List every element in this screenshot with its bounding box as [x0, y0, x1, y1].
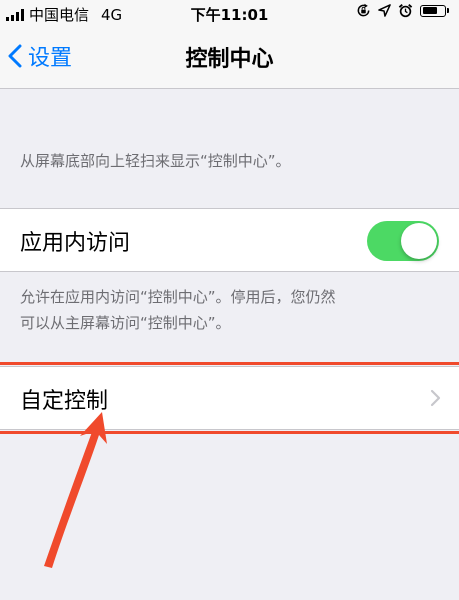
chevron-right-icon	[430, 389, 441, 407]
customize-controls-cell[interactable]: 自定控制	[0, 366, 459, 430]
location-icon	[378, 4, 391, 17]
page-title: 控制中心	[185, 47, 274, 72]
status-right	[356, 3, 449, 18]
status-bar: 中国电信 4G 下午11:01	[0, 0, 459, 24]
navigation-bar: 设置 控制中心	[0, 24, 459, 89]
access-footnote-line2: 可以从主屏幕访问“控制中心”。	[20, 314, 231, 332]
alarm-icon	[398, 3, 413, 18]
intro-footnote: 从屏幕底部向上轻扫来显示“控制中心”。	[20, 152, 291, 170]
battery-icon	[420, 4, 449, 17]
toggle-knob	[401, 223, 437, 259]
access-in-apps-footnote: 允许在应用内访问“控制中心”。停用后，您仍然 可以从主屏幕访问“控制中心”。	[20, 284, 440, 336]
orientation-lock-icon	[357, 3, 370, 17]
customize-controls-label: 自定控制	[20, 389, 109, 414]
access-in-apps-cell: 应用内访问	[0, 208, 459, 272]
access-in-apps-toggle[interactable]	[367, 221, 439, 261]
access-footnote-line1: 允许在应用内访问“控制中心”。停用后，您仍然	[20, 288, 336, 306]
access-in-apps-label: 应用内访问	[20, 231, 131, 256]
